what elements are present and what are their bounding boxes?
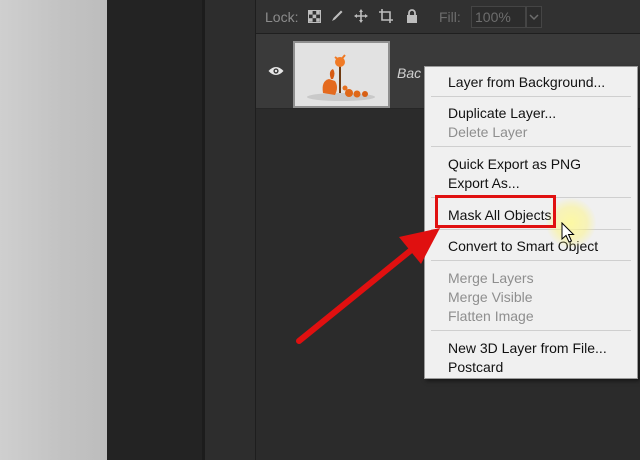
mouse-pointer-icon: [561, 222, 575, 243]
annotation-arrow-icon: [296, 228, 440, 344]
